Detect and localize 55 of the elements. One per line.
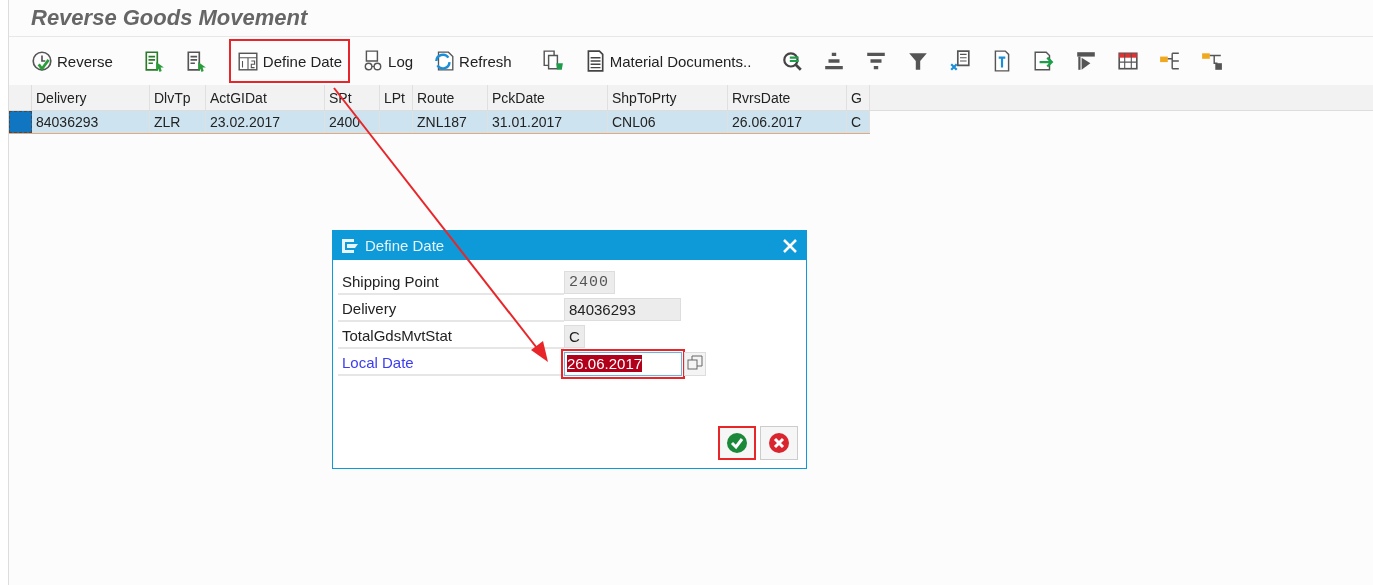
document-arrow-icon (142, 50, 165, 72)
column-header[interactable]: LPt (380, 85, 413, 110)
document-bucket-icon (541, 50, 564, 72)
calendar-icon (236, 50, 259, 72)
filter-icon (907, 50, 930, 72)
column-header[interactable]: PckDate (488, 85, 608, 110)
display-field: C (564, 325, 585, 348)
confirm-button[interactable] (718, 426, 756, 460)
table-cell: ZLR (150, 111, 206, 133)
document-arrow-icon (184, 50, 207, 72)
sort-ascending-icon (823, 50, 846, 72)
table-cell: CNL06 (608, 111, 728, 133)
column-header[interactable]: DlvTp (150, 85, 206, 110)
close-icon (768, 432, 790, 454)
window-icon (341, 237, 359, 254)
close-icon[interactable] (782, 237, 798, 254)
display-field: 2400 (564, 271, 615, 294)
column-header[interactable]: Route (413, 85, 488, 110)
table-cell: 31.01.2017 (488, 111, 608, 133)
column-header[interactable]: ShpToPrty (608, 85, 728, 110)
toolbar-button[interactable]: Material Documents.. (575, 39, 760, 83)
toolbar-button[interactable]: Reverse (23, 39, 121, 83)
toolbar-button[interactable]: Refresh (425, 39, 520, 83)
table-cell: 2400 (325, 111, 380, 133)
table-cell: 26.06.2017 (728, 111, 847, 133)
delete-document-icon (949, 50, 972, 72)
table-cell: 84036293 (32, 111, 150, 133)
toolbar-button[interactable]: Log (354, 39, 422, 83)
display-field: 84036293 (564, 298, 681, 321)
column-header[interactable]: G (847, 85, 870, 110)
table-grid-icon (1117, 50, 1140, 72)
field-label: Delivery (338, 297, 564, 322)
table-cell: ZNL187 (413, 111, 488, 133)
column-header[interactable]: RvrsDate (728, 85, 847, 110)
refresh-icon (433, 50, 456, 72)
field-label: Shipping Point (338, 270, 564, 295)
dialog-title: Define Date (365, 237, 445, 254)
cancel-button[interactable] (760, 426, 798, 460)
tree-icon (1159, 50, 1182, 72)
table-cell: 23.02.2017 (206, 111, 325, 133)
table-row[interactable]: 84036293 ZLR 23.02.2017 2400 ZNL187 31.01.2017 CNL06 26.06.2017 C (9, 111, 870, 134)
export-document-icon (1033, 50, 1056, 72)
table-cell: C (847, 111, 870, 133)
clock-check-icon (31, 50, 53, 72)
column-header[interactable]: ActGIDat (206, 85, 325, 110)
sort-descending-icon (865, 50, 888, 72)
check-icon (726, 432, 748, 454)
page-title: Reverse Goods Movement (30, 4, 309, 32)
toolbar-button[interactable]: Define Date (228, 39, 351, 83)
value-help-icon[interactable] (684, 351, 706, 376)
date-input-field[interactable]: 26.06.2017 (564, 351, 682, 376)
column-header[interactable]: Delivery (32, 85, 150, 110)
magnifier-list-icon (781, 50, 804, 72)
tree-save-icon (1201, 50, 1224, 72)
layout-icon (1075, 50, 1098, 72)
